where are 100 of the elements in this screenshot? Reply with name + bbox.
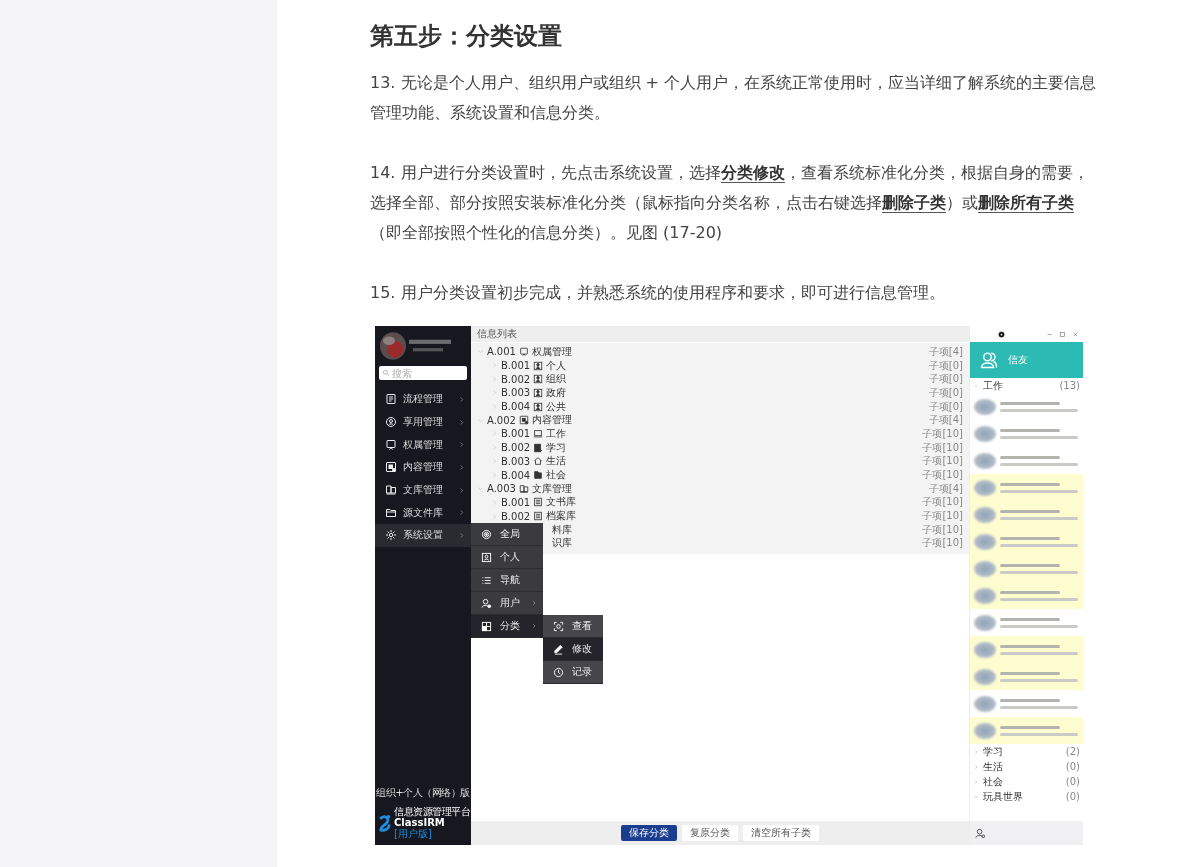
- tree-code: B.002: [501, 510, 531, 522]
- group-row[interactable]: 学习 (2): [970, 744, 1083, 759]
- tree-row[interactable]: B.003 生活 子项[10]: [471, 454, 969, 469]
- tree-label: 文库管理: [531, 481, 573, 496]
- redacted-line: [1000, 563, 1060, 567]
- nav-item[interactable]: 源文件库: [375, 501, 471, 525]
- nav-item[interactable]: 系统设置: [375, 524, 471, 547]
- tree-label: 工作: [546, 426, 568, 441]
- nav-item[interactable]: 文库管理: [375, 478, 471, 502]
- contact-row[interactable]: [970, 582, 1083, 609]
- nav-item[interactable]: 流程管理: [375, 388, 471, 411]
- group-row[interactable]: 生活 (0): [970, 759, 1083, 774]
- avatar: [974, 614, 996, 631]
- flag-icon: [533, 470, 544, 481]
- person-card-icon: [533, 387, 544, 398]
- record-icon[interactable]: [998, 330, 1005, 338]
- redacted-line: [1000, 617, 1060, 621]
- maximize-icon[interactable]: [1059, 330, 1066, 338]
- nav-item[interactable]: 权属管理: [375, 433, 471, 457]
- tree-row[interactable]: B.001 文书库 子项[10]: [471, 495, 969, 510]
- tree-row[interactable]: B.003 政府 子项[0]: [471, 386, 969, 400]
- tree-row[interactable]: A.001 权属管理 子项[4]: [471, 345, 969, 359]
- tree-row[interactable]: B.001 工作 子项[10]: [471, 427, 969, 441]
- tree-row[interactable]: B.001 个人 子项[0]: [471, 358, 969, 373]
- list-title: 信息列表: [477, 327, 517, 341]
- pencil-icon: [553, 643, 564, 655]
- contact-row[interactable]: [970, 717, 1083, 744]
- group-name: 工作: [983, 378, 1004, 393]
- contact-row[interactable]: [970, 474, 1083, 501]
- tree-label: 学习: [546, 440, 568, 455]
- contact-row[interactable]: [970, 636, 1083, 663]
- menu-item[interactable]: 记录: [543, 661, 603, 684]
- logo-title: 信息资源管理平台: [394, 806, 470, 817]
- close-icon[interactable]: [1072, 330, 1079, 338]
- scan-icon: [553, 620, 564, 632]
- clock-icon: [553, 666, 564, 678]
- redacted-line: [1000, 698, 1060, 702]
- paragraph: 15. 用户分类设置初步完成，并熟悉系统的使用程序和要求，即可进行信息管理。: [370, 282, 946, 304]
- tree-code: A.001: [487, 346, 516, 358]
- avatar: [974, 533, 996, 550]
- tree-code: B.004: [501, 401, 531, 413]
- menu-item[interactable]: 导航: [471, 569, 543, 592]
- group-row[interactable]: 玩具世界 (0): [970, 789, 1083, 804]
- menu-item[interactable]: 分类: [471, 615, 543, 638]
- tree-code: B.003: [501, 387, 531, 399]
- child-count: 子项[4]: [928, 481, 963, 496]
- action-button[interactable]: 复原分类: [682, 825, 738, 841]
- menu-item[interactable]: 修改: [543, 638, 603, 661]
- chevron-icon: [458, 486, 465, 494]
- tree-row[interactable]: B.004 社会 子项[10]: [471, 468, 969, 482]
- contact-row[interactable]: [970, 663, 1083, 690]
- child-count: 子项[10]: [922, 468, 963, 483]
- avatar: [974, 479, 996, 496]
- tree-row[interactable]: B.002 组织 子项[0]: [471, 372, 969, 387]
- tree-row[interactable]: B.002 学习 子项[10]: [471, 440, 969, 455]
- menu-item[interactable]: 全局: [471, 523, 543, 546]
- grid-icon: [481, 620, 492, 632]
- nav-item[interactable]: 享用管理: [375, 410, 471, 434]
- group-name: 生活: [983, 759, 1004, 774]
- tree-label: 权属管理: [531, 344, 573, 359]
- person-card-icon: [533, 401, 544, 412]
- redacted-line: [1000, 644, 1060, 648]
- menu-item[interactable]: 个人: [471, 546, 543, 569]
- edition-tag: [用户版]: [394, 828, 432, 839]
- group-count: (2): [1065, 746, 1080, 757]
- list-document-icon: [533, 511, 544, 522]
- tree-row[interactable]: A.003 文库管理 子项[4]: [471, 481, 969, 496]
- tree-label: 内容管理: [531, 413, 573, 428]
- group-count: (0): [1065, 791, 1080, 802]
- child-count: 子项[10]: [922, 495, 963, 510]
- logo-brand: ClassIRM: [394, 817, 445, 828]
- child-count: 子项[10]: [922, 509, 963, 524]
- tree-code: A.003: [487, 483, 516, 495]
- avatar: [974, 668, 996, 685]
- tree-label: 料库: [552, 522, 573, 537]
- redacted-line: [1000, 509, 1060, 513]
- redacted-line: [1000, 671, 1060, 675]
- tree-label: 公共: [546, 399, 568, 414]
- picture-frame-icon: [518, 415, 529, 426]
- group-row[interactable]: 工作 (13): [970, 378, 1083, 393]
- tree-code: B.001: [501, 496, 531, 508]
- chevron-icon: [458, 441, 465, 449]
- tree-row[interactable]: B.002 档案库 子项[10]: [471, 509, 969, 523]
- monitor-icon: [385, 438, 397, 451]
- tree-code: B.001: [501, 428, 531, 440]
- user-icon[interactable]: [975, 827, 986, 839]
- tree-row[interactable]: A.002 内容管理 子项[4]: [471, 413, 969, 428]
- child-count: 子项[10]: [922, 454, 963, 469]
- tree-row[interactable]: B.004 公共 子项[0]: [471, 399, 969, 414]
- user-icon: [481, 597, 492, 609]
- tree-label: 文书库: [546, 495, 578, 510]
- paragraph: 14. 用户进行分类设置时，先点击系统设置，选择分类修改，查看系统标准化分类，根据自身的需要，选择全部、部分按照安装标准化分类（鼠标指向分类名称，点击右键选择删除子类）或删除所有子类（即全部按照个性化的信息分类）。见图 (17-20): [370, 162, 1090, 244]
- child-count: 子项[4]: [928, 344, 963, 359]
- action-button[interactable]: 清空所有子类: [743, 825, 819, 841]
- group-count: (0): [1065, 761, 1080, 772]
- group-row[interactable]: 社会 (0): [970, 774, 1083, 789]
- nav-item[interactable]: 内容管理: [375, 456, 471, 479]
- save-button[interactable]: 保存分类: [621, 825, 677, 841]
- tree-code: B.002: [501, 442, 531, 454]
- search-field[interactable]: 搜索: [379, 366, 467, 380]
